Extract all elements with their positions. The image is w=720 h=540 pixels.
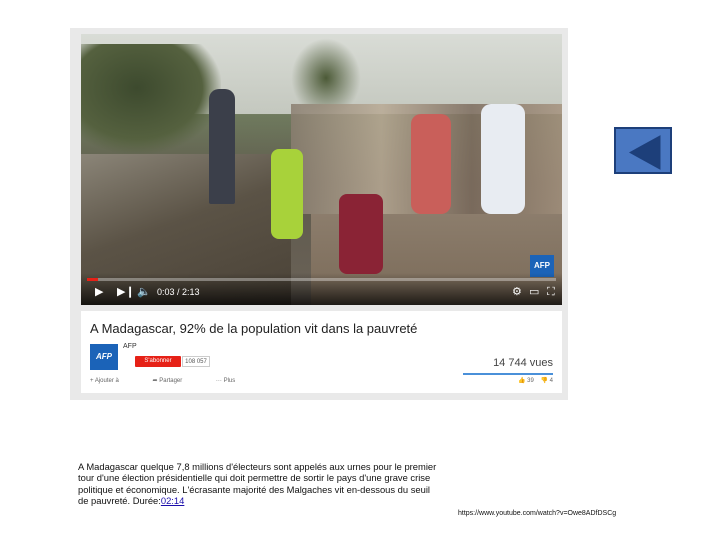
player-controls: ▶ ▶❙ 🔈 0:03 / 2:13 ⚙ ▭ ⛶ bbox=[81, 273, 562, 305]
progress-bar[interactable] bbox=[87, 278, 556, 281]
like-ratio-bar bbox=[463, 373, 553, 375]
back-nav-button[interactable] bbox=[614, 127, 672, 174]
video-frame-person bbox=[411, 114, 451, 214]
subscribe-button[interactable]: S'abonner bbox=[135, 356, 181, 367]
video-frame-person bbox=[481, 104, 525, 214]
video-player[interactable]: AFP ▶ ▶❙ 🔈 0:03 / 2:13 ⚙ ▭ ⛶ bbox=[81, 34, 562, 305]
view-count: 14 744 vues bbox=[493, 357, 553, 369]
video-description: A Madagascar quelque 7,8 millions d'élec… bbox=[78, 461, 438, 507]
source-url[interactable]: https://www.youtube.com/watch?v=Owe8ADfD… bbox=[458, 510, 616, 517]
triangle-left-icon bbox=[628, 135, 661, 170]
add-to-button[interactable]: + Ajouter à bbox=[90, 378, 135, 384]
duration-link[interactable]: 02:14 bbox=[161, 495, 184, 506]
gear-icon[interactable]: ⚙ bbox=[512, 285, 522, 299]
video-title: A Madagascar, 92% de la population vit d… bbox=[90, 321, 418, 336]
time-display: 0:03 / 2:13 bbox=[157, 287, 200, 297]
progress-fill bbox=[87, 278, 98, 281]
video-frame-trees bbox=[81, 44, 221, 154]
youtube-screenshot: AFP ▶ ▶❙ 🔈 0:03 / 2:13 ⚙ ▭ ⛶ A Madagasca… bbox=[70, 28, 568, 400]
share-button[interactable]: ➦ Partager bbox=[153, 378, 199, 384]
like-button[interactable]: 👍 39 bbox=[518, 378, 534, 384]
channel-name[interactable]: AFP bbox=[123, 343, 137, 350]
theater-icon[interactable]: ▭ bbox=[529, 285, 539, 299]
subscriber-count: 108 057 bbox=[182, 356, 210, 367]
fullscreen-icon[interactable]: ⛶ bbox=[547, 285, 555, 299]
description-text: A Madagascar quelque 7,8 millions d'élec… bbox=[78, 461, 437, 507]
like-dislike: 👍 39 👎 4 bbox=[518, 377, 553, 384]
video-frame-person bbox=[271, 149, 303, 239]
dislike-button[interactable]: 👎 4 bbox=[541, 378, 553, 384]
video-frame-person bbox=[209, 89, 235, 204]
more-button[interactable]: ··· Plus bbox=[216, 378, 251, 384]
video-info-panel: A Madagascar, 92% de la population vit d… bbox=[81, 311, 562, 393]
action-bar: + Ajouter à ➦ Partager ··· Plus bbox=[90, 377, 267, 384]
next-icon[interactable]: ▶❙ bbox=[117, 285, 135, 299]
channel-avatar[interactable]: AFP bbox=[90, 344, 118, 370]
play-icon[interactable]: ▶ bbox=[95, 285, 103, 299]
video-frame-person bbox=[339, 194, 383, 274]
volume-icon[interactable]: 🔈 bbox=[137, 285, 151, 299]
